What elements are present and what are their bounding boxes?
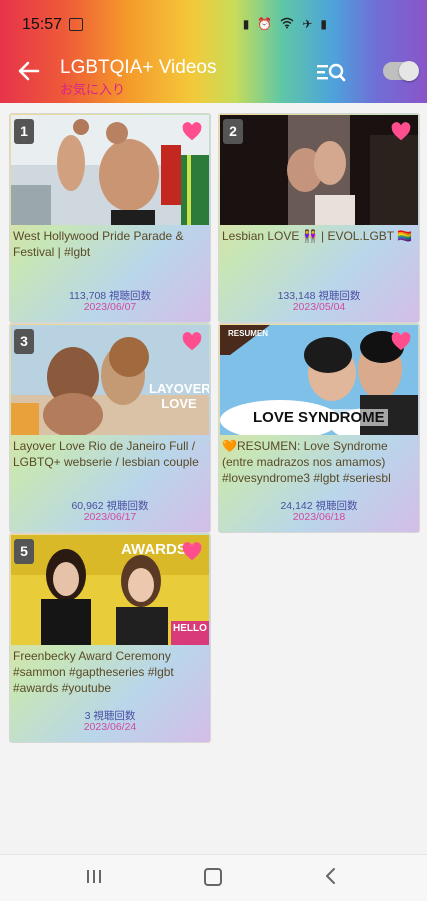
- airplane-icon: ✈: [302, 17, 313, 31]
- heart-icon[interactable]: [390, 331, 412, 353]
- back-button[interactable]: [16, 58, 44, 86]
- rank-badge: 2: [223, 119, 243, 144]
- arrow-left-icon: [18, 61, 40, 81]
- page-title: LGBTQIA+ Videos: [60, 57, 217, 78]
- page-subtitle: お気に入り: [60, 82, 126, 97]
- video-title: Freenbecky Award Ceremony #sammon #gapth…: [13, 649, 174, 695]
- upload-date: 2023/06/17: [83, 511, 137, 523]
- status-time: 15:57: [22, 16, 63, 33]
- video-title: Lesbian LOVE 👭 | EVOL.LGBT 🏳️‍🌈: [222, 229, 413, 243]
- heart-icon[interactable]: [390, 121, 412, 143]
- video-card[interactable]: 1 West Hollywood Pride Parade & Festival…: [9, 113, 211, 323]
- video-thumbnail[interactable]: 1: [11, 115, 209, 225]
- heart-icon[interactable]: [181, 541, 203, 563]
- video-title: West Hollywood Pride Parade & Festival |…: [13, 229, 184, 259]
- toggle-switch[interactable]: [383, 61, 419, 81]
- home-icon[interactable]: [204, 868, 222, 886]
- recents-icon[interactable]: [86, 869, 102, 884]
- status-icons: ▮ ⏰ ✈ ▮: [243, 17, 327, 32]
- back-nav-icon[interactable]: [324, 866, 338, 886]
- battery-icon: ▮: [320, 17, 327, 31]
- image-icon: [69, 18, 83, 31]
- heart-icon[interactable]: [181, 331, 203, 353]
- heart-icon[interactable]: [181, 121, 203, 143]
- video-thumbnail[interactable]: AWARDS HELLO 5: [11, 535, 209, 645]
- upload-date: 2023/05/04: [292, 301, 346, 313]
- video-title: 🧡RESUMEN: Love Syndrome (entre madrazos …: [222, 439, 391, 485]
- video-card[interactable]: LAYOVER LOVE 3 Layover Love Rio de Janei…: [9, 323, 211, 533]
- video-thumbnail[interactable]: 2: [220, 115, 418, 225]
- rank-badge: 3: [14, 329, 34, 354]
- video-title: Layover Love Rio de Janeiro Full / LGBTQ…: [13, 439, 199, 469]
- rank-badge: 5: [14, 539, 34, 564]
- rank-badge: 1: [14, 119, 34, 144]
- thumbnail-overlay-text: LAYOVER LOVE: [149, 381, 209, 411]
- upload-date: 2023/06/18: [292, 511, 346, 523]
- video-grid: 1 West Hollywood Pride Parade & Festival…: [0, 104, 427, 854]
- wifi-icon: [280, 17, 294, 32]
- alarm-icon: ⏰: [257, 17, 273, 31]
- list-search-icon: [317, 63, 346, 82]
- video-card[interactable]: 2 Lesbian LOVE 👭 | EVOL.LGBT 🏳️‍🌈 133,14…: [218, 113, 420, 323]
- thumbnail-overlay-text: LOVE SYNDROME: [250, 409, 388, 426]
- toggle-knob: [399, 61, 419, 81]
- video-thumbnail[interactable]: RESUMEN LOVE SYNDROME 4: [220, 325, 418, 435]
- upload-date: 2023/06/24: [83, 721, 137, 733]
- system-nav-bar: [0, 854, 427, 901]
- video-thumbnail[interactable]: LAYOVER LOVE 3: [11, 325, 209, 435]
- status-bar: 15:57 ▮ ⏰ ✈ ▮: [0, 0, 427, 50]
- list-search-button[interactable]: [315, 60, 347, 86]
- video-card[interactable]: AWARDS HELLO 5 Freenbecky Award Ceremony…: [9, 533, 211, 743]
- thumbnail-overlay-text: AWARDS: [121, 541, 187, 558]
- video-card[interactable]: RESUMEN LOVE SYNDROME 4 🧡RESUMEN: Love S…: [218, 323, 420, 533]
- thumbnail-tag: HELLO: [173, 623, 207, 634]
- thumbnail-tag: RESUMEN: [228, 329, 269, 338]
- upload-date: 2023/06/07: [83, 301, 137, 313]
- app-bar: LGBTQIA+ Videos お気に入り: [0, 50, 427, 104]
- battery-saver-icon: ▮: [242, 17, 250, 31]
